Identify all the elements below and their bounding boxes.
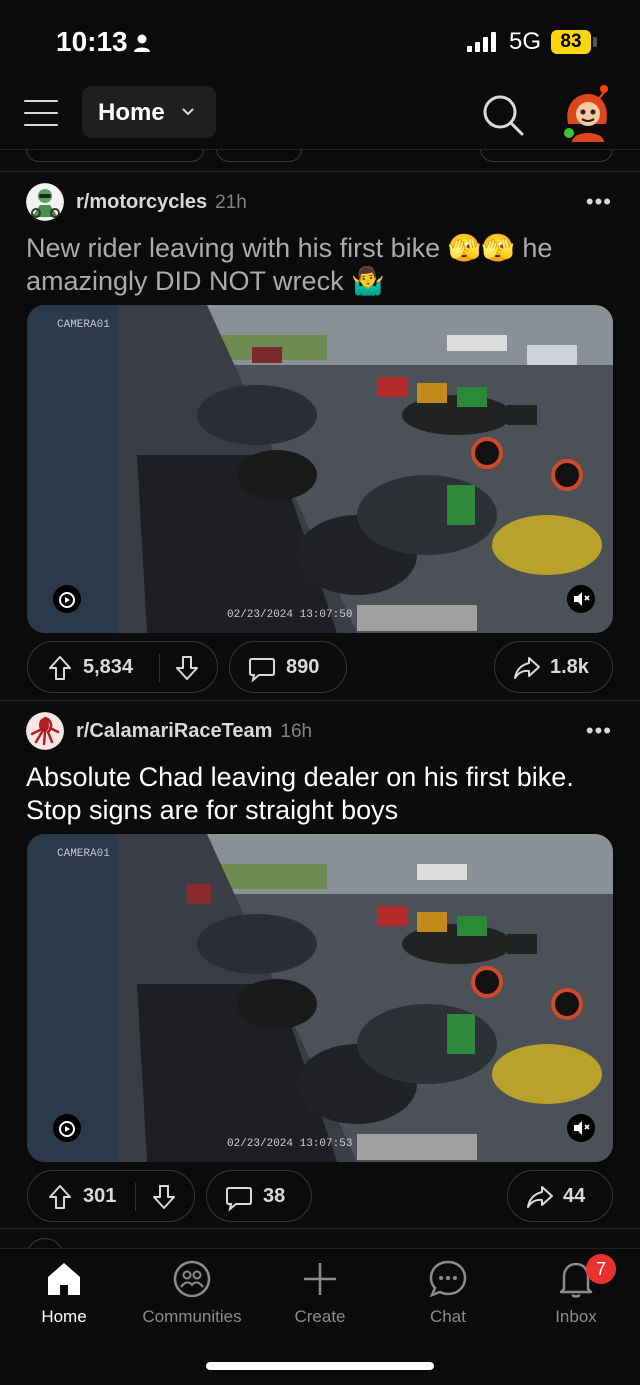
nav-create[interactable]: Create: [256, 1259, 384, 1339]
post-video[interactable]: CAMERA01 02/23/2024 13:07:53: [27, 834, 613, 1162]
cctv-frame: CAMERA01 02/23/2024 13:07:50: [27, 305, 613, 633]
post-actions: 301 38 44: [27, 1170, 613, 1222]
nav-communities[interactable]: Communities: [128, 1259, 256, 1339]
comment-icon: [226, 1187, 252, 1212]
camera-label: CAMERA01: [57, 848, 110, 860]
subreddit-link[interactable]: r/motorcycles: [76, 191, 207, 213]
feed-selector[interactable]: Home: [82, 86, 216, 138]
more-options-icon[interactable]: •••: [586, 718, 612, 744]
nav-inbox[interactable]: Inbox: [512, 1259, 640, 1339]
chevron-down-icon: [182, 108, 194, 116]
subreddit-avatar[interactable]: [26, 183, 64, 221]
share-count: 1.8k: [550, 656, 589, 678]
video-timestamp: 02/23/2024 13:07:50: [227, 609, 352, 621]
feed-selector-label: Home: [98, 99, 165, 126]
comments-button[interactable]: 890: [229, 641, 347, 693]
battery-icon: 83: [551, 30, 591, 54]
online-status-dot: [562, 126, 576, 140]
subreddit-avatar[interactable]: [26, 712, 64, 750]
status-time: 10:13: [56, 26, 128, 57]
post-age: 21h: [215, 192, 247, 213]
upvote-count: 301: [83, 1185, 117, 1207]
nav-communities-label: Communities: [142, 1307, 242, 1326]
person-icon: [134, 34, 150, 52]
upvote-icon[interactable]: [48, 1184, 72, 1210]
cctv-frame: CAMERA01 02/23/2024 13:07:53: [27, 834, 613, 1162]
subreddit-name[interactable]: r/motorcycles 21h: [76, 191, 247, 214]
post-divider: [0, 700, 640, 701]
post-actions: 5,834 890 1.8k: [27, 641, 613, 693]
nav-create-label: Create: [294, 1307, 346, 1326]
battery-tip: [593, 37, 597, 47]
vote-pill: 301: [27, 1170, 195, 1222]
comment-count: 890: [286, 656, 320, 678]
subreddit-name[interactable]: r/CalamariRaceTeam 16h: [76, 720, 312, 743]
comments-button[interactable]: 38: [206, 1170, 312, 1222]
vote-pill: 5,834: [27, 641, 218, 693]
mute-icon[interactable]: [567, 585, 595, 613]
share-button[interactable]: 1.8k: [494, 641, 613, 693]
post-header: r/CalamariRaceTeam 16h •••: [26, 712, 616, 752]
share-count: 44: [563, 1185, 586, 1207]
app-header: Home: [0, 80, 640, 150]
video-timestamp: 02/23/2024 13:07:53: [227, 1138, 352, 1150]
more-options-icon[interactable]: •••: [586, 189, 612, 215]
chat-icon: [429, 1260, 467, 1298]
nav-chat[interactable]: Chat: [384, 1259, 512, 1339]
downvote-icon[interactable]: [152, 1184, 176, 1210]
nav-home[interactable]: Home: [0, 1259, 128, 1339]
share-button[interactable]: 44: [507, 1170, 613, 1222]
menu-icon[interactable]: [24, 100, 58, 126]
comment-icon: [249, 658, 275, 683]
post-title[interactable]: Absolute Chad leaving dealer on his firs…: [26, 761, 616, 827]
share-icon: [527, 1186, 553, 1208]
subreddit-link[interactable]: r/CalamariRaceTeam: [76, 720, 272, 742]
post-header: r/motorcycles 21h •••: [26, 183, 616, 223]
post-divider: [0, 1228, 640, 1229]
nav-home-label: Home: [41, 1307, 87, 1326]
post-divider: [0, 171, 640, 172]
status-bar: 10:13 5G 83: [0, 0, 640, 80]
home-icon: [48, 1263, 80, 1295]
comment-count: 38: [263, 1185, 286, 1207]
camera-label: CAMERA01: [57, 319, 110, 331]
home-indicator[interactable]: [206, 1362, 434, 1370]
gif-indicator-icon: [53, 585, 81, 613]
nav-inbox-label: Inbox: [555, 1307, 597, 1326]
inbox-badge: 7: [586, 1254, 616, 1284]
post-title[interactable]: New rider leaving with his first bike 🫣🫣…: [26, 232, 616, 298]
post-video[interactable]: CAMERA01 02/23/2024 13:07:50: [27, 305, 613, 633]
previous-post-actions: [0, 150, 640, 164]
share-icon: [514, 657, 540, 679]
mute-icon[interactable]: [567, 1114, 595, 1142]
post-age: 16h: [280, 721, 313, 742]
plus-icon: [304, 1263, 336, 1295]
gif-indicator-icon: [53, 1114, 81, 1142]
signal-icon: [467, 32, 496, 52]
network-type: 5G: [509, 28, 542, 55]
communities-icon: [173, 1260, 211, 1298]
nav-chat-label: Chat: [430, 1307, 466, 1326]
search-icon[interactable]: [480, 92, 526, 138]
upvote-count: 5,834: [83, 656, 134, 678]
downvote-icon[interactable]: [175, 655, 199, 681]
upvote-icon[interactable]: [48, 655, 72, 681]
